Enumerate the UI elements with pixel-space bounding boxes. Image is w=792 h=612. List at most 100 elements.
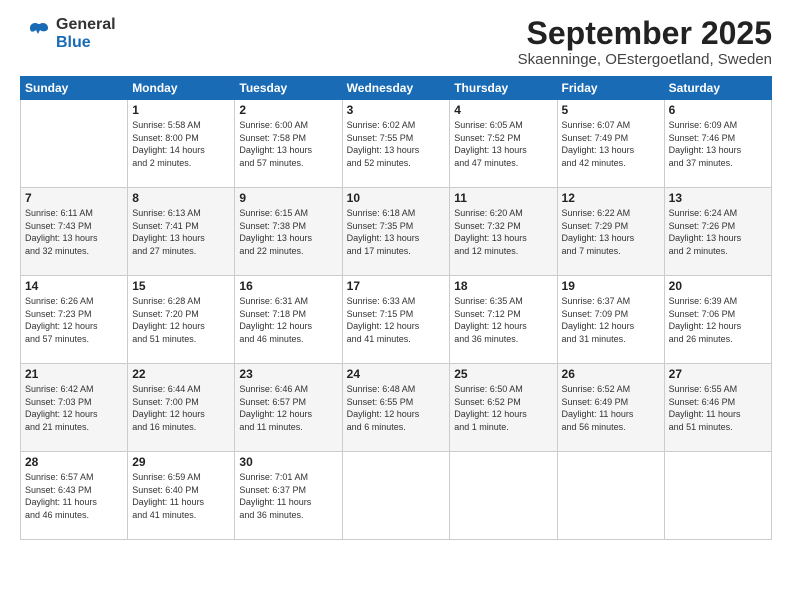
day-info: Sunrise: 6:59 AM Sunset: 6:40 PM Dayligh… <box>132 471 230 521</box>
calendar-cell: 12Sunrise: 6:22 AM Sunset: 7:29 PM Dayli… <box>557 188 664 276</box>
calendar-cell: 21 Sunrise: 6:42 AM Sunset: 7:03 PM Dayli… <box>21 364 128 452</box>
calendar-cell <box>557 452 664 540</box>
day-info: Sunrise: 6:11 AM Sunset: 7:43 PM Dayligh… <box>25 207 123 257</box>
day-number: 14 <box>25 279 123 293</box>
calendar-cell: 23Sunrise: 6:46 AM Sunset: 6:57 PM Dayli… <box>235 364 342 452</box>
calendar-cell: 9 Sunrise: 6:15 AM Sunset: 7:38 PM Daylig… <box>235 188 342 276</box>
day-info: Sunrise: 6:55 AM Sunset: 6:46 PM Dayligh… <box>669 383 767 433</box>
header: General Blue September 2025 Skaenninge, … <box>20 16 772 68</box>
week-row-4: 21 Sunrise: 6:42 AM Sunset: 7:03 PM Dayli… <box>21 364 772 452</box>
day-number: 11 <box>454 191 552 205</box>
week-row-5: 28 Sunrise: 6:57 AM Sunset: 6:43 PM Dayli… <box>21 452 772 540</box>
calendar-cell: 28 Sunrise: 6:57 AM Sunset: 6:43 PM Dayli… <box>21 452 128 540</box>
day-number: 15 <box>132 279 230 293</box>
day-info: Sunrise: 6:31 AM Sunset: 7:18 PM Dayligh… <box>239 295 337 345</box>
calendar-cell: 10 Sunrise: 6:18 AM Sunset: 7:35 PM Dayli… <box>342 188 450 276</box>
day-info: Sunrise: 6:15 AM Sunset: 7:38 PM Dayligh… <box>239 207 337 257</box>
calendar-cell: 26Sunrise: 6:52 AM Sunset: 6:49 PM Dayli… <box>557 364 664 452</box>
day-info: Sunrise: 6:20 AM Sunset: 7:32 PM Dayligh… <box>454 207 552 257</box>
day-info: Sunrise: 5:58 AM Sunset: 8:00 PM Dayligh… <box>132 119 230 169</box>
calendar-cell: 2Sunrise: 6:00 AM Sunset: 7:58 PM Daylig… <box>235 100 342 188</box>
day-number: 16 <box>239 279 337 293</box>
header-monday: Monday <box>128 77 235 100</box>
day-info: Sunrise: 6:18 AM Sunset: 7:35 PM Dayligh… <box>347 207 446 257</box>
calendar-cell <box>450 452 557 540</box>
calendar-cell: 7 Sunrise: 6:11 AM Sunset: 7:43 PM Daylig… <box>21 188 128 276</box>
calendar-cell: 5 Sunrise: 6:07 AM Sunset: 7:49 PM Daylig… <box>557 100 664 188</box>
day-number: 2 <box>239 103 337 117</box>
day-info: Sunrise: 6:44 AM Sunset: 7:00 PM Dayligh… <box>132 383 230 433</box>
day-number: 17 <box>347 279 446 293</box>
day-number: 4 <box>454 103 552 117</box>
logo-bird-icon <box>20 18 52 50</box>
calendar-cell: 11 Sunrise: 6:20 AM Sunset: 7:32 PM Dayli… <box>450 188 557 276</box>
calendar-cell: 4 Sunrise: 6:05 AM Sunset: 7:52 PM Daylig… <box>450 100 557 188</box>
day-number: 29 <box>132 455 230 469</box>
calendar-cell: 15Sunrise: 6:28 AM Sunset: 7:20 PM Dayli… <box>128 276 235 364</box>
day-number: 23 <box>239 367 337 381</box>
header-friday: Friday <box>557 77 664 100</box>
calendar-cell: 19Sunrise: 6:37 AM Sunset: 7:09 PM Dayli… <box>557 276 664 364</box>
calendar-cell <box>664 452 771 540</box>
calendar-cell: 22 Sunrise: 6:44 AM Sunset: 7:00 PM Dayli… <box>128 364 235 452</box>
day-info: Sunrise: 6:24 AM Sunset: 7:26 PM Dayligh… <box>669 207 767 257</box>
day-number: 24 <box>347 367 446 381</box>
calendar-cell <box>342 452 450 540</box>
day-number: 25 <box>454 367 552 381</box>
day-number: 5 <box>562 103 660 117</box>
calendar-cell: 16 Sunrise: 6:31 AM Sunset: 7:18 PM Dayli… <box>235 276 342 364</box>
day-info: Sunrise: 6:33 AM Sunset: 7:15 PM Dayligh… <box>347 295 446 345</box>
calendar-cell: 18 Sunrise: 6:35 AM Sunset: 7:12 PM Dayli… <box>450 276 557 364</box>
day-info: Sunrise: 6:42 AM Sunset: 7:03 PM Dayligh… <box>25 383 123 433</box>
day-number: 3 <box>347 103 446 117</box>
calendar-cell <box>21 100 128 188</box>
day-info: Sunrise: 6:57 AM Sunset: 6:43 PM Dayligh… <box>25 471 123 521</box>
calendar-cell: 20 Sunrise: 6:39 AM Sunset: 7:06 PM Dayli… <box>664 276 771 364</box>
calendar-cell: 8Sunrise: 6:13 AM Sunset: 7:41 PM Daylig… <box>128 188 235 276</box>
day-number: 13 <box>669 191 767 205</box>
header-saturday: Saturday <box>664 77 771 100</box>
calendar-cell: 27 Sunrise: 6:55 AM Sunset: 6:46 PM Dayli… <box>664 364 771 452</box>
day-number: 9 <box>239 191 337 205</box>
day-number: 18 <box>454 279 552 293</box>
day-info: Sunrise: 7:01 AM Sunset: 6:37 PM Dayligh… <box>239 471 337 521</box>
calendar: Sunday Monday Tuesday Wednesday Thursday… <box>20 76 772 540</box>
day-number: 19 <box>562 279 660 293</box>
day-number: 22 <box>132 367 230 381</box>
day-number: 26 <box>562 367 660 381</box>
calendar-cell: 1 Sunrise: 5:58 AM Sunset: 8:00 PM Daylig… <box>128 100 235 188</box>
header-sunday: Sunday <box>21 77 128 100</box>
calendar-cell: 3Sunrise: 6:02 AM Sunset: 7:55 PM Daylig… <box>342 100 450 188</box>
day-info: Sunrise: 6:26 AM Sunset: 7:23 PM Dayligh… <box>25 295 123 345</box>
week-row-3: 14 Sunrise: 6:26 AM Sunset: 7:23 PM Dayli… <box>21 276 772 364</box>
week-row-2: 7 Sunrise: 6:11 AM Sunset: 7:43 PM Daylig… <box>21 188 772 276</box>
day-number: 30 <box>239 455 337 469</box>
day-number: 20 <box>669 279 767 293</box>
header-thursday: Thursday <box>450 77 557 100</box>
day-info: Sunrise: 6:05 AM Sunset: 7:52 PM Dayligh… <box>454 119 552 169</box>
week-row-1: 1 Sunrise: 5:58 AM Sunset: 8:00 PM Daylig… <box>21 100 772 188</box>
logo-text: General Blue <box>56 16 116 51</box>
day-info: Sunrise: 6:07 AM Sunset: 7:49 PM Dayligh… <box>562 119 660 169</box>
calendar-cell: 6 Sunrise: 6:09 AM Sunset: 7:46 PM Daylig… <box>664 100 771 188</box>
day-info: Sunrise: 6:48 AM Sunset: 6:55 PM Dayligh… <box>347 383 446 433</box>
day-number: 6 <box>669 103 767 117</box>
day-info: Sunrise: 6:22 AM Sunset: 7:29 PM Dayligh… <box>562 207 660 257</box>
calendar-cell: 29 Sunrise: 6:59 AM Sunset: 6:40 PM Dayli… <box>128 452 235 540</box>
day-info: Sunrise: 6:35 AM Sunset: 7:12 PM Dayligh… <box>454 295 552 345</box>
day-number: 27 <box>669 367 767 381</box>
calendar-cell: 17 Sunrise: 6:33 AM Sunset: 7:15 PM Dayli… <box>342 276 450 364</box>
location-subtitle: Skaenninge, OEstergoetland, Sweden <box>518 51 772 68</box>
day-number: 8 <box>132 191 230 205</box>
day-info: Sunrise: 6:39 AM Sunset: 7:06 PM Dayligh… <box>669 295 767 345</box>
day-info: Sunrise: 6:50 AM Sunset: 6:52 PM Dayligh… <box>454 383 552 433</box>
day-info: Sunrise: 6:09 AM Sunset: 7:46 PM Dayligh… <box>669 119 767 169</box>
day-number: 28 <box>25 455 123 469</box>
logo: General Blue <box>20 16 116 51</box>
day-number: 7 <box>25 191 123 205</box>
header-tuesday: Tuesday <box>235 77 342 100</box>
day-number: 21 <box>25 367 123 381</box>
day-number: 1 <box>132 103 230 117</box>
day-number: 10 <box>347 191 446 205</box>
logo-blue-text: Blue <box>56 34 116 52</box>
